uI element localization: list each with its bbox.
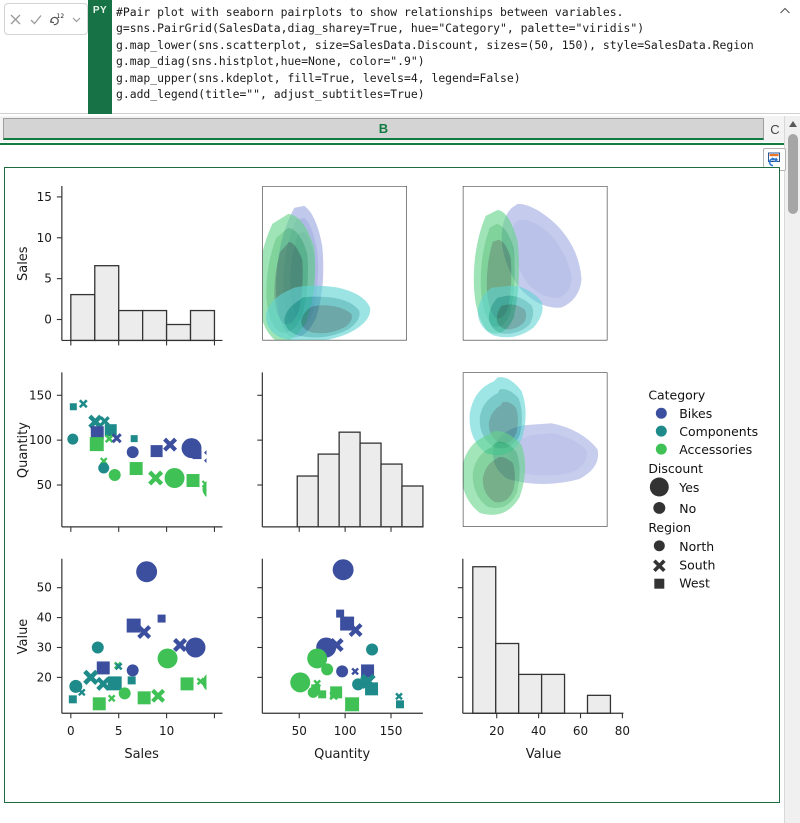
- panel-value-histogram: 20 40 60 80 Value: [457, 558, 630, 762]
- value-x-axis-label: Value: [526, 747, 562, 762]
- svg-text:50: 50: [37, 581, 52, 595]
- legend-marker-region-west: [654, 578, 665, 589]
- selection-underline: [0, 143, 784, 145]
- legend-group-title-discount: Discount: [648, 461, 703, 476]
- svg-text:150: 150: [29, 388, 52, 402]
- svg-text:5: 5: [44, 272, 52, 286]
- legend-label-region-north: North: [679, 539, 714, 554]
- svg-text:5: 5: [115, 724, 123, 738]
- scrollbar-thumb[interactable]: [788, 134, 798, 214]
- svg-text:20: 20: [489, 724, 504, 738]
- pairgrid-figure: 1510 50 Sales 15010050 Quantity 5040 302…: [16, 185, 758, 762]
- column-header-c[interactable]: C: [766, 118, 784, 140]
- quantity-x-axis-label: Quantity: [314, 747, 370, 762]
- svg-text:100: 100: [334, 724, 357, 738]
- quantity-x-tick-labels: 50 100 150: [292, 724, 403, 738]
- formula-code-editor[interactable]: #Pair plot with seaborn pairplots to sho…: [116, 4, 766, 112]
- panel-scatter-value-sales: 50 40 30 20 Value 0 5 10 Sales: [16, 558, 223, 762]
- panel-kde-sales-value: [462, 185, 608, 341]
- excel-python-plot-screen: 123 PY #Pair plot with seaborn pairplots…: [0, 0, 800, 823]
- panel-sales-histogram: 15 10 5 0 Sales: [16, 185, 223, 346]
- legend-label-region-south: South: [679, 558, 715, 573]
- svg-text:0: 0: [44, 313, 52, 327]
- legend-marker-discount-yes: [649, 477, 669, 497]
- triangle-up-icon[interactable]: [785, 116, 800, 132]
- svg-text:15: 15: [37, 190, 52, 204]
- svg-text:50: 50: [292, 724, 307, 738]
- legend-group-title-category: Category: [648, 387, 705, 402]
- svg-text:100: 100: [29, 433, 52, 447]
- legend-label-discount-no: No: [679, 501, 696, 516]
- legend-group-title-region: Region: [648, 520, 691, 535]
- cancel-x-icon[interactable]: [7, 11, 24, 28]
- chart-legend: Category Bikes Components Accessories Di…: [648, 387, 758, 590]
- sales-x-axis-label: Sales: [124, 747, 159, 762]
- quantity-y-axis-label: Quantity: [16, 422, 31, 478]
- panel-scatter-quantity-sales: 150 100 50 Quantity: [16, 372, 223, 532]
- svg-text:20: 20: [37, 670, 52, 684]
- value-y-axis-label: Value: [16, 619, 31, 655]
- legend-label-discount-yes: Yes: [678, 480, 699, 495]
- sales-y-tick-labels: 15 10 5 0: [37, 190, 52, 327]
- svg-text:0: 0: [67, 724, 75, 738]
- svg-text:150: 150: [380, 724, 403, 738]
- legend-marker-accessories: [655, 443, 667, 455]
- svg-text:30: 30: [37, 640, 52, 654]
- scatter-markers-value-sales: [68, 561, 207, 711]
- svg-text:50: 50: [37, 478, 52, 492]
- legend-label-region-west: West: [679, 576, 710, 591]
- column-header-b[interactable]: B: [3, 118, 764, 140]
- value-x-tick-labels: 20 40 60 80: [489, 724, 630, 738]
- sales-y-axis-label: Sales: [16, 246, 31, 281]
- panel-scatter-value-quantity: 50 100 150 Quantity: [257, 558, 423, 762]
- svg-text:40: 40: [37, 611, 52, 625]
- svg-text:10: 10: [37, 231, 52, 245]
- panel-kde-quantity-value: [462, 372, 608, 527]
- legend-label-bikes: Bikes: [679, 406, 712, 421]
- panel-quantity-histogram: [257, 372, 424, 532]
- legend-marker-region-north: [653, 540, 665, 552]
- legend-marker-region-south: [653, 559, 666, 572]
- svg-text:80: 80: [615, 724, 630, 738]
- chevron-up-icon[interactable]: [778, 6, 792, 20]
- python-output-image[interactable]: 15 10 50 Sales 150 100 50 Quantity 50 40…: [4, 167, 780, 803]
- python-language-badge: PY: [88, 0, 112, 114]
- sales-x-tick-labels: 0 5 10: [67, 724, 174, 738]
- value-y-tick-labels: 50 40 30 20: [37, 581, 52, 685]
- formula-bar: 123 PY #Pair plot with seaborn pairplots…: [0, 0, 800, 114]
- svg-text:10: 10: [159, 724, 174, 738]
- chevron-down-icon[interactable]: [68, 11, 85, 28]
- svg-text:40: 40: [531, 724, 546, 738]
- scatter-markers-quantity-sales: [67, 399, 207, 497]
- svg-text:123: 123: [57, 13, 65, 20]
- refresh-123-icon[interactable]: 123: [48, 11, 65, 28]
- vertical-scrollbar[interactable]: [784, 116, 800, 823]
- legend-label-accessories: Accessories: [679, 442, 752, 457]
- legend-label-components: Components: [679, 424, 758, 439]
- legend-marker-components: [655, 425, 667, 437]
- legend-marker-discount-no: [653, 501, 666, 514]
- scatter-markers-value-quantity: [290, 559, 404, 712]
- panel-kde-sales-quantity: [262, 185, 407, 341]
- svg-text:60: 60: [573, 724, 588, 738]
- quantity-y-tick-labels: 150 100 50: [29, 388, 52, 492]
- formula-bar-tools: 123: [4, 3, 88, 35]
- check-icon[interactable]: [27, 11, 44, 28]
- legend-marker-bikes: [655, 407, 667, 419]
